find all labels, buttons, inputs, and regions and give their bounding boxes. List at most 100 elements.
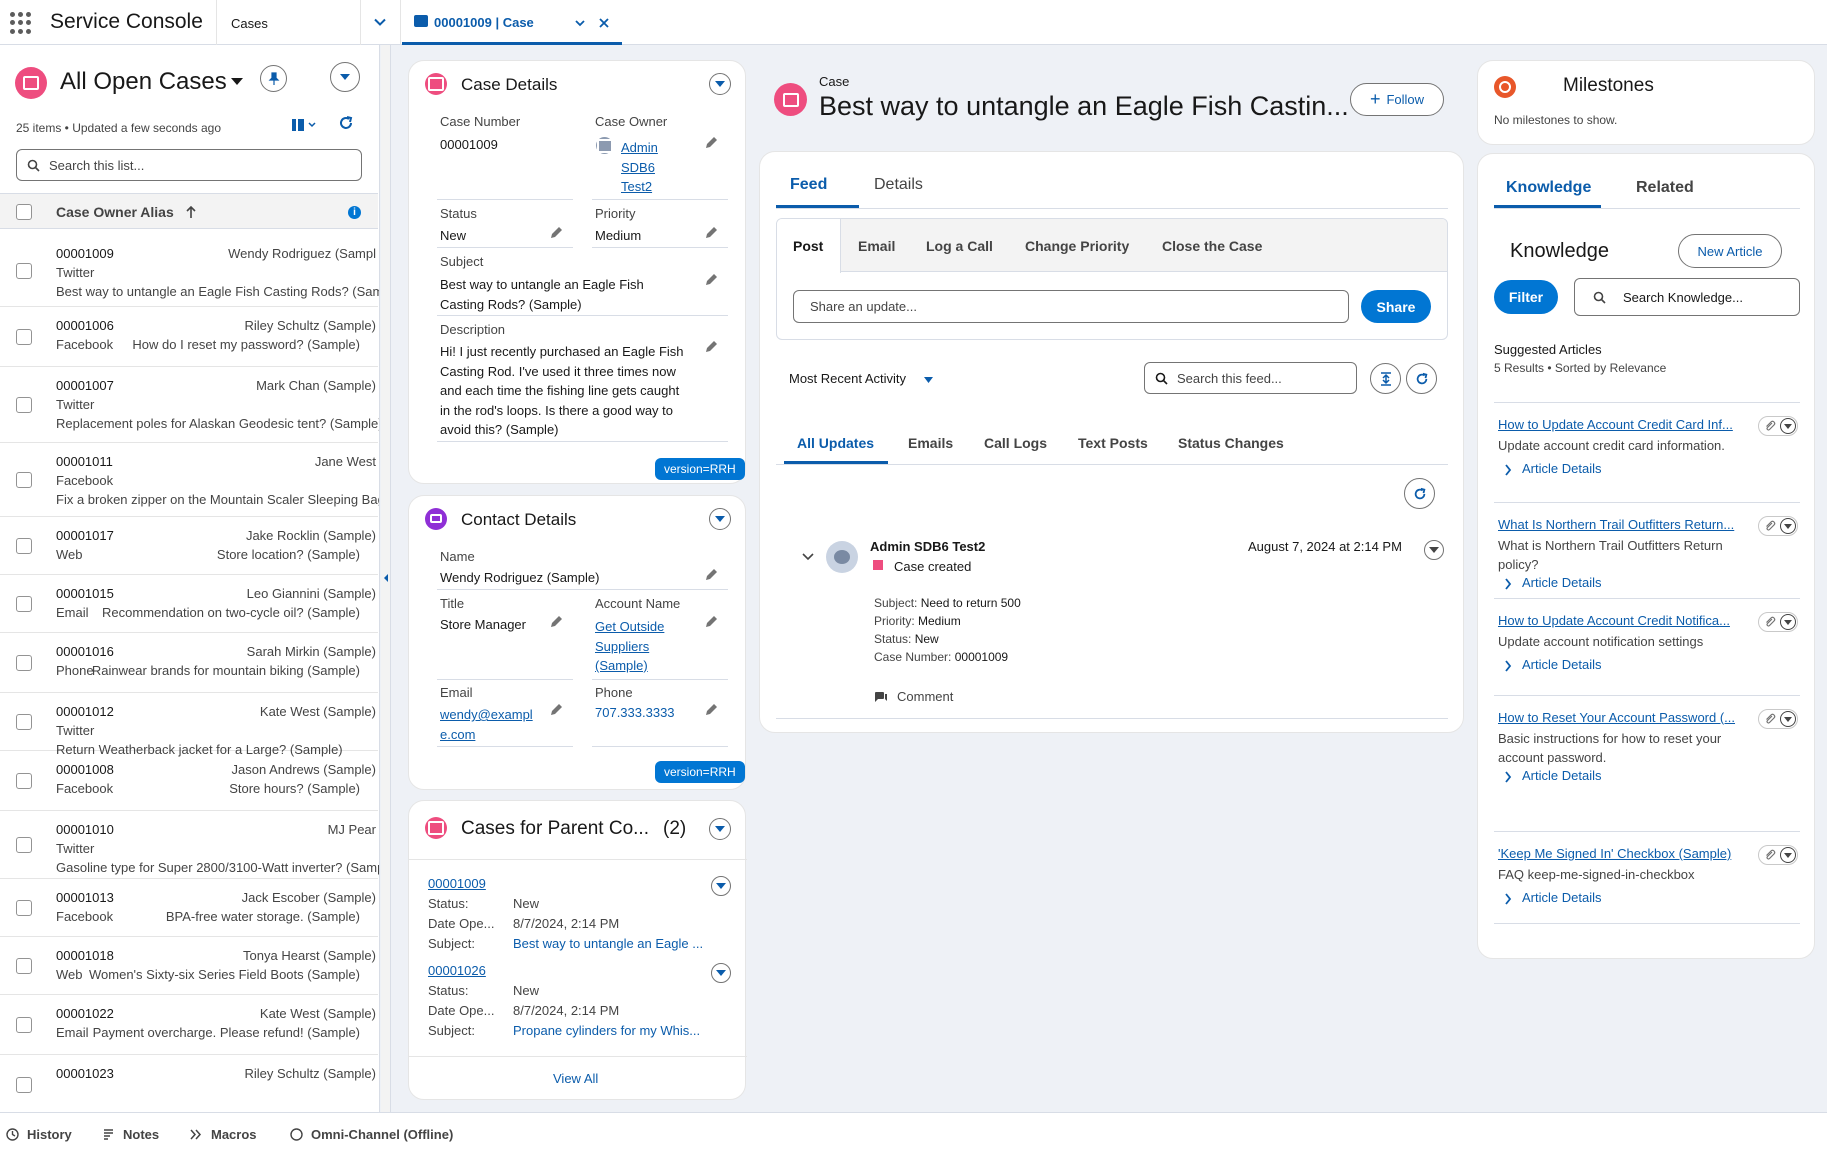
feed-item-menu-button[interactable] — [1424, 540, 1444, 560]
attach-icon[interactable] — [1764, 849, 1776, 862]
list-view-title[interactable]: All Open Cases — [60, 68, 227, 96]
edit-phone-icon[interactable] — [704, 703, 718, 717]
subject-link[interactable]: Propane cylinders for my Whis... — [513, 1023, 700, 1038]
table-row[interactable]: 00001022 Kate West (Sample) Email Paymen… — [0, 995, 378, 1055]
row-checkbox[interactable] — [16, 773, 32, 789]
case-owner-link[interactable]: Admin SDB6 Test2 — [621, 138, 658, 197]
attach-icon[interactable] — [1764, 713, 1776, 726]
filter-tab-status-changes[interactable]: Status Changes — [1178, 435, 1284, 451]
table-row[interactable]: 00001007 Mark Chan (Sample) Twitter Repl… — [0, 367, 379, 443]
article-actions[interactable] — [1758, 845, 1798, 865]
case-number[interactable]: 00001009 — [56, 246, 114, 261]
attach-icon[interactable] — [1764, 616, 1776, 629]
article-details-link[interactable]: Article Details — [1522, 890, 1601, 905]
row-checkbox[interactable] — [16, 472, 32, 488]
publisher-tab-log-call[interactable]: Log a Call — [926, 238, 993, 254]
utility-macros[interactable]: Macros — [190, 1127, 257, 1142]
edit-account-icon[interactable] — [704, 615, 718, 629]
table-row[interactable]: 00001015 Leo Giannini (Sample) Email Rec… — [0, 575, 378, 633]
sort-dropdown[interactable]: Most Recent Activity — [789, 371, 906, 386]
list-search-input[interactable]: Search this list... — [16, 149, 362, 181]
case-number[interactable]: 00001006 — [56, 318, 114, 333]
attach-icon[interactable] — [1764, 420, 1776, 433]
chevron-right-icon[interactable] — [1504, 893, 1512, 905]
account-name-link[interactable]: Get Outside Suppliers (Sample) — [595, 617, 664, 676]
filter-tab-emails[interactable]: Emails — [908, 435, 953, 451]
edit-status-icon[interactable] — [549, 226, 563, 240]
table-row[interactable]: 00001006 Riley Schultz (Sample) Facebook… — [0, 307, 378, 367]
column-header-owner-alias[interactable]: Case Owner Alias — [56, 204, 174, 220]
edit-priority-icon[interactable] — [704, 226, 718, 240]
row-checkbox[interactable] — [16, 837, 32, 853]
article-menu-button[interactable] — [1780, 711, 1796, 727]
edit-email-icon[interactable] — [549, 703, 563, 717]
article-details-link[interactable]: Article Details — [1522, 657, 1601, 672]
parent-case-number[interactable]: 00001026 — [428, 963, 486, 978]
publisher-tab-close-case[interactable]: Close the Case — [1162, 238, 1262, 254]
article-details-link[interactable]: Article Details — [1522, 575, 1601, 590]
refresh-icon[interactable] — [338, 115, 354, 131]
select-all-checkbox[interactable] — [16, 204, 32, 220]
subject-link[interactable]: Best way to untangle an Eagle ... — [513, 936, 703, 951]
table-row[interactable]: 00001012 Kate West (Sample) Twitter Retu… — [0, 693, 378, 757]
share-button[interactable]: Share — [1361, 290, 1431, 323]
tab-details[interactable]: Details — [874, 176, 923, 194]
filter-tab-all-updates[interactable]: All Updates — [797, 435, 874, 451]
share-update-input[interactable]: Share an update... — [793, 290, 1349, 323]
chevron-down-icon[interactable] — [574, 17, 586, 29]
tab-related[interactable]: Related — [1636, 179, 1694, 197]
article-menu-button[interactable] — [1780, 614, 1796, 630]
row-checkbox[interactable] — [16, 958, 32, 974]
edit-description-icon[interactable] — [704, 340, 718, 354]
publisher-tab-post[interactable]: Post — [793, 238, 823, 254]
case-number[interactable]: 00001022 — [56, 1006, 114, 1021]
table-row[interactable]: 00001011 Jane West Facebook Fix a broken… — [0, 443, 379, 517]
row-checkbox[interactable] — [16, 1017, 32, 1033]
filter-tab-text-posts[interactable]: Text Posts — [1078, 435, 1148, 451]
edit-title-icon[interactable] — [549, 615, 563, 629]
card-menu-button[interactable] — [709, 508, 731, 530]
feed-author[interactable]: Admin SDB6 Test2 — [870, 539, 985, 554]
refresh-updates-button[interactable] — [1404, 478, 1435, 509]
case-number[interactable]: 00001011 — [56, 454, 113, 469]
view-all-link[interactable]: View All — [553, 1071, 598, 1086]
article-title-link[interactable]: How to Reset Your Account Password (... — [1498, 710, 1735, 725]
tab-feed[interactable]: Feed — [790, 176, 827, 194]
display-as-icon[interactable] — [291, 118, 317, 132]
app-launcher-icon[interactable] — [10, 12, 32, 34]
row-checkbox[interactable] — [16, 1077, 32, 1093]
list-actions-button[interactable] — [330, 62, 360, 92]
row-menu-button[interactable] — [711, 963, 731, 983]
card-menu-button[interactable] — [709, 73, 731, 95]
table-row[interactable]: 00001009 Wendy Rodriguez (Sampl Twitter … — [0, 235, 379, 307]
card-menu-button[interactable] — [709, 818, 731, 840]
article-details-link[interactable]: Article Details — [1522, 461, 1601, 476]
split-view-handle[interactable] — [381, 45, 391, 1112]
comment-button[interactable]: Comment — [897, 689, 953, 704]
feed-search-input[interactable]: Search this feed... — [1144, 362, 1357, 394]
table-row[interactable]: 00001017 Jake Rocklin (Sample) Web Store… — [0, 517, 378, 575]
phone-link[interactable]: 707.333.3333 — [595, 705, 675, 720]
edit-owner-icon[interactable] — [704, 136, 718, 150]
navigation-selector[interactable]: Cases — [216, 0, 361, 45]
row-checkbox[interactable] — [16, 714, 32, 730]
row-menu-button[interactable] — [711, 876, 731, 896]
caret-down-icon[interactable] — [923, 376, 934, 384]
row-checkbox[interactable] — [16, 397, 32, 413]
article-title-link[interactable]: 'Keep Me Signed In' Checkbox (Sample) — [1498, 846, 1731, 861]
new-article-button[interactable]: New Article — [1678, 234, 1782, 268]
utility-notes[interactable]: Notes — [102, 1127, 159, 1142]
case-number[interactable]: 00001010 — [56, 822, 114, 837]
utility-omni-channel[interactable]: Omni-Channel (Offline) — [290, 1127, 453, 1142]
close-icon[interactable] — [598, 17, 610, 29]
case-number[interactable]: 00001008 — [56, 762, 114, 777]
row-checkbox[interactable] — [16, 655, 32, 671]
collapse-all-button[interactable] — [1370, 363, 1401, 394]
article-menu-button[interactable] — [1780, 418, 1796, 434]
case-number[interactable]: 00001017 — [56, 528, 114, 543]
filter-tab-call-logs[interactable]: Call Logs — [984, 435, 1047, 451]
table-row[interactable]: 00001018 Tonya Hearst (Sample) Web Women… — [0, 937, 378, 995]
knowledge-search-input[interactable]: Search Knowledge... — [1574, 278, 1800, 316]
table-row[interactable]: 00001016 Sarah Mirkin (Sample) Phone Rai… — [0, 633, 378, 693]
email-link[interactable]: wendy@exampl e.com — [440, 705, 533, 744]
